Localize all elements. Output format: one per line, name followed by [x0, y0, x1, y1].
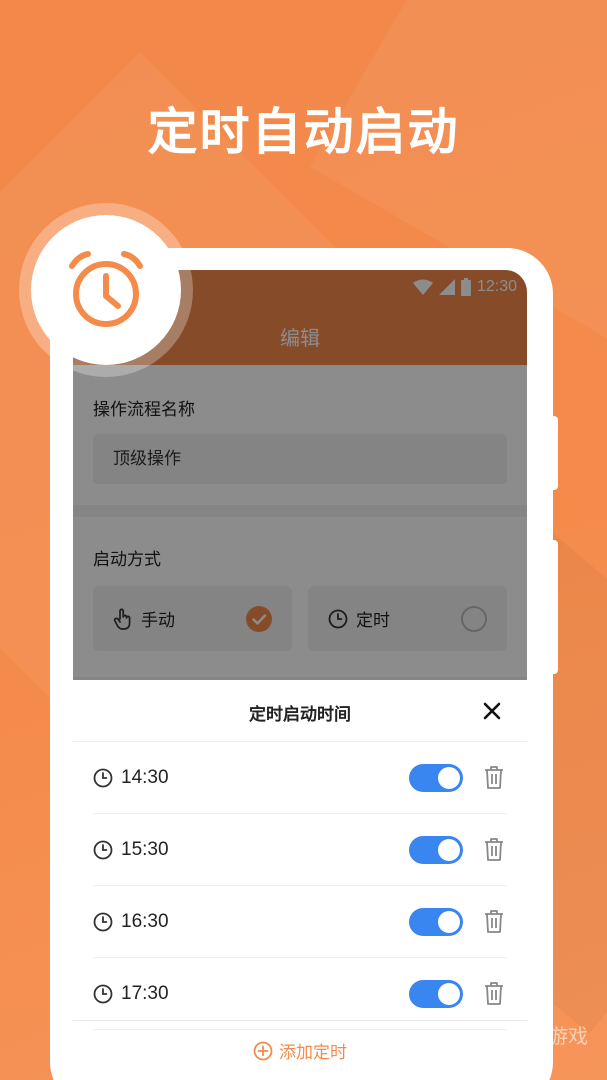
clock-icon	[93, 768, 113, 787]
promo-headline: 定时自动启动	[147, 103, 460, 161]
schedule-row: 15:30	[93, 814, 507, 886]
schedule-row: 14:30	[93, 742, 507, 814]
alarm-badge	[31, 215, 181, 365]
trash-icon[interactable]	[483, 908, 505, 934]
toggle-knob	[438, 983, 460, 1005]
phone-screen: 12:30 编辑 操作流程名称 顶级操作 启动方式 手动 定时 定时启动时间 1…	[73, 270, 527, 1080]
toggle-knob	[438, 839, 460, 861]
sheet-title: 定时启动时间	[249, 705, 351, 725]
schedule-time: 15:30	[121, 838, 169, 860]
trash-icon[interactable]	[483, 836, 505, 862]
trash-icon[interactable]	[483, 980, 505, 1006]
trash-icon[interactable]	[483, 764, 505, 790]
add-schedule-label: 添加定时	[279, 1043, 347, 1063]
clock-icon	[93, 912, 113, 931]
schedule-toggle[interactable]	[409, 764, 463, 792]
schedule-time: 17:30	[121, 982, 169, 1004]
toggle-knob	[438, 911, 460, 933]
clock-icon	[93, 984, 113, 1003]
add-circle-icon	[253, 1041, 273, 1060]
alarm-clock-icon	[69, 251, 143, 327]
phone-side-button	[548, 540, 558, 674]
watermark: 游戏	[548, 1024, 588, 1048]
schedule-toggle[interactable]	[409, 980, 463, 1008]
phone-side-button	[548, 416, 558, 490]
toggle-knob	[438, 767, 460, 789]
schedule-row: 16:30	[93, 886, 507, 958]
schedule-bottom-sheet: 定时启动时间 14:30 15:30 16:30 17:30 添加定时	[73, 680, 527, 1080]
clock-icon	[93, 840, 113, 859]
sheet-header: 定时启动时间	[73, 680, 527, 742]
add-schedule-button[interactable]: 添加定时	[73, 1020, 527, 1080]
schedule-toggle[interactable]	[409, 908, 463, 936]
schedule-time: 14:30	[121, 766, 169, 788]
close-icon[interactable]	[479, 698, 505, 724]
schedule-toggle[interactable]	[409, 836, 463, 864]
schedule-time: 16:30	[121, 910, 169, 932]
